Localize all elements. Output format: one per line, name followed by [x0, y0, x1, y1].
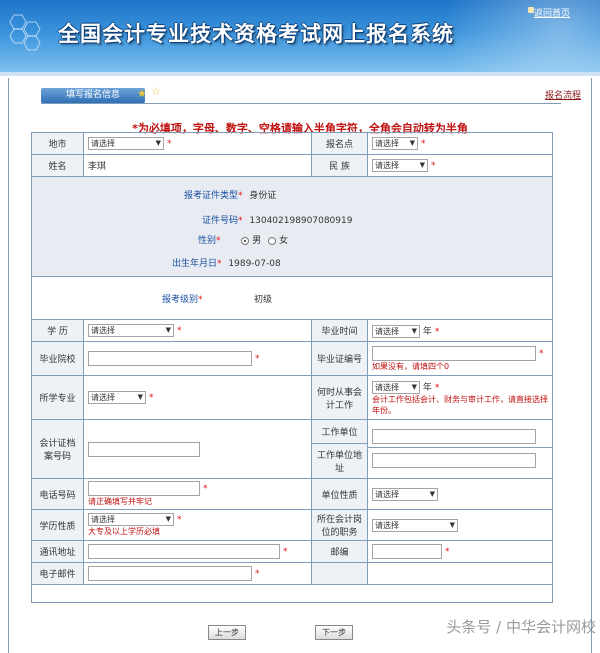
education-type-label: 学历性质	[31, 509, 84, 541]
level-label: 报考级别	[162, 295, 199, 305]
archive-number-input[interactable]	[88, 441, 200, 457]
chevron-down-icon: ▼	[409, 139, 415, 147]
phone-hint: 请正确填写并牢记	[88, 497, 152, 506]
school-input[interactable]	[88, 351, 252, 366]
employer-type-select[interactable]: 请选择 ▼	[372, 487, 438, 501]
site-select[interactable]: 请选择 ▼	[372, 137, 418, 150]
school-label: 毕业院校	[31, 341, 84, 376]
home-link[interactable]: 返回首页	[534, 6, 570, 19]
phone-input[interactable]	[88, 481, 200, 496]
previous-button[interactable]: 上一步	[208, 625, 246, 640]
zip-label: 邮编	[311, 540, 368, 563]
work-since-label: 何时从事会计工作	[311, 375, 368, 420]
email-label: 电子邮件	[31, 562, 84, 585]
employer-address-label: 工作单位地址	[316, 451, 362, 474]
certificate-number-hint: 如果没有，请填四个0	[372, 361, 450, 371]
gender-label: 性别	[198, 236, 217, 246]
email-input[interactable]	[88, 566, 252, 581]
id-type-label: 报考证件类型	[184, 191, 239, 201]
employer-type-label: 单位性质	[311, 478, 368, 510]
name-label: 姓名	[31, 154, 84, 177]
ethnic-label: 民 族	[311, 154, 368, 177]
graduation-time-label: 毕业时间	[311, 319, 368, 342]
name-value: 李琪	[83, 154, 312, 177]
work-since-hint: 会计工作包括会计、财务与审计工作，请直接选择年份。	[372, 394, 548, 415]
id-number-value: 130402198907080919	[249, 216, 353, 226]
major-select[interactable]: 请选择 ▼	[88, 391, 146, 404]
id-type-value: 身份证	[249, 191, 277, 201]
star-icon: ★	[137, 87, 147, 100]
address-input[interactable]	[88, 544, 280, 559]
archive-number-label: 会计证档案号码	[31, 419, 84, 479]
birthdate-label: 出生年月日	[172, 259, 218, 269]
employer-label: 工作单位	[312, 420, 367, 444]
registration-form: 地市 请选择 ▼ * 报名点 请选择 ▼ * 姓名 李琪 民 族 请选择 ▼ * 报考证件类…	[31, 132, 553, 603]
phone-label: 电话号码	[31, 478, 84, 510]
chevron-down-icon: ▼	[411, 326, 417, 335]
chevron-down-icon: ▼	[429, 489, 435, 498]
education-select[interactable]: 请选择 ▼	[88, 324, 174, 337]
gender-male-label: 男	[252, 236, 262, 246]
major-label: 所学专业	[31, 375, 84, 420]
position-select[interactable]: 请选择 ▼	[372, 518, 458, 532]
ethnic-select[interactable]: 请选择 ▼	[372, 159, 428, 172]
address-label: 通讯地址	[31, 540, 84, 563]
region-select[interactable]: 请选择 ▼	[88, 137, 164, 150]
star-icon: ☆	[151, 85, 161, 98]
header-banner: 全国会计专业技术资格考试网上报名系统 返回首页	[0, 0, 600, 72]
employer-input[interactable]	[372, 428, 536, 444]
birthdate-value: 1989-07-08	[228, 259, 281, 269]
chevron-down-icon: ▼	[137, 393, 143, 401]
system-title: 全国会计专业技术资格考试网上报名系统	[58, 21, 454, 46]
chevron-down-icon: ▼	[449, 520, 455, 529]
gender-female-radio[interactable]	[268, 236, 277, 245]
certificate-number-label: 毕业证编号	[311, 341, 368, 376]
chevron-down-icon: ▼	[155, 139, 161, 147]
education-type-select[interactable]: 请选择 ▼	[88, 513, 174, 526]
tab-fill-info[interactable]: 填写报名信息	[41, 88, 145, 103]
education-type-hint: 大专及以上学历必填	[88, 527, 160, 536]
work-since-select[interactable]: 请选择 ▼	[372, 380, 420, 394]
certificate-number-input[interactable]	[372, 345, 536, 361]
site-label: 报名点	[311, 132, 368, 155]
hexagon-decoration-icon	[9, 14, 41, 51]
level-value: 初级	[254, 295, 273, 305]
chevron-down-icon: ▼	[411, 382, 417, 391]
employer-address-input[interactable]	[372, 452, 536, 468]
watermark: 头条号 / 中华会计网校	[446, 618, 596, 636]
tab-bar: 填写报名信息 ★ ☆ 报名流程	[9, 78, 591, 110]
main-panel: 填写报名信息 ★ ☆ 报名流程 *为必填项，字母、数字、空格请输入半角字符，全角…	[8, 78, 592, 653]
id-number-label: 证件号码	[202, 216, 239, 226]
chevron-down-icon: ▼	[165, 326, 171, 334]
education-label: 学 历	[31, 319, 84, 342]
process-link[interactable]: 报名流程	[545, 88, 581, 101]
next-button[interactable]: 下一步	[315, 625, 353, 640]
chevron-down-icon: ▼	[419, 161, 425, 169]
zip-input[interactable]	[372, 544, 442, 559]
gender-female-label: 女	[279, 236, 289, 246]
position-label: 所在会计岗位的职务	[311, 509, 368, 541]
chevron-down-icon: ▼	[165, 515, 171, 523]
graduation-year-select[interactable]: 请选择 ▼	[372, 324, 420, 338]
gender-male-radio[interactable]	[241, 236, 250, 245]
region-label: 地市	[31, 132, 84, 155]
